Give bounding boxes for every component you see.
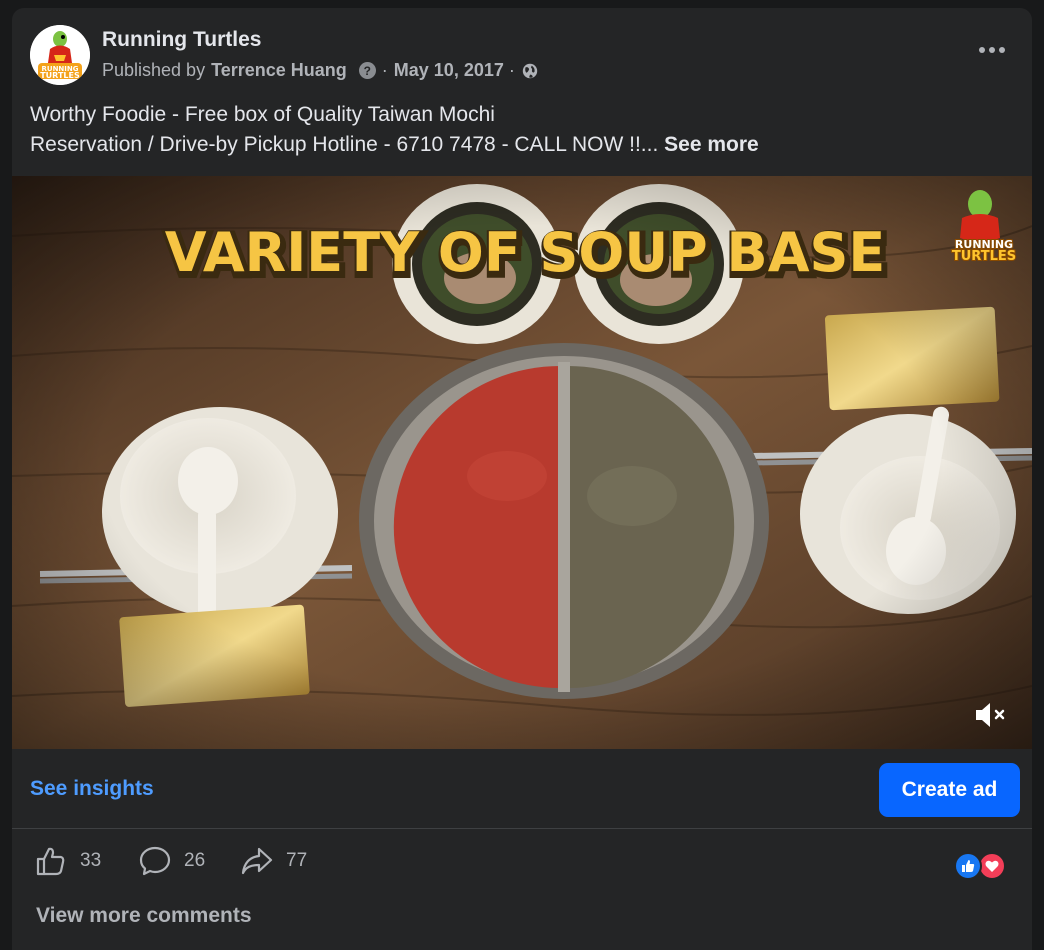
love-reaction-icon: [978, 852, 1006, 880]
question-icon[interactable]: ?: [358, 62, 376, 79]
share-button[interactable]: 77: [240, 844, 307, 878]
like-count: 33: [80, 850, 102, 871]
video-player[interactable]: VARIETY OF SOUP BASE VARIETY OF SOUP BAS…: [12, 176, 1032, 749]
video-title: VARIETY OF SOUP BASE: [165, 221, 886, 284]
comment-bubble-icon: [139, 846, 171, 876]
comment-count: 26: [184, 850, 206, 871]
post-action-row: See insights Create ad: [12, 749, 1032, 829]
published-by-label: Published by: [102, 60, 206, 80]
post-text-line2-wrap: Reservation / Drive-by Pickup Hotline - …: [30, 130, 759, 160]
post-header: RUNNING TURTLES Running Turtles Publishe…: [12, 8, 1032, 98]
share-arrow-icon: [241, 847, 273, 875]
running-turtles-logo: RUNNING TURTLES: [30, 25, 90, 85]
reaction-summary[interactable]: [954, 852, 1012, 880]
page-avatar[interactable]: RUNNING TURTLES: [30, 25, 90, 85]
share-count: 77: [286, 850, 308, 871]
see-insights-link[interactable]: See insights: [30, 777, 154, 801]
like-button[interactable]: 33: [34, 844, 101, 878]
logo-text-turtles: TURTLES: [40, 71, 80, 80]
meta-separator-2: ·: [508, 60, 515, 80]
view-more-comments-link[interactable]: View more comments: [36, 904, 252, 928]
like-reaction-icon: [954, 852, 982, 880]
thumbs-up-icon: [36, 847, 65, 876]
video-frame: VARIETY OF SOUP BASE VARIETY OF SOUP BAS…: [12, 176, 1032, 749]
create-ad-button[interactable]: Create ad: [879, 763, 1020, 817]
globe-icon: [522, 63, 538, 78]
page-name[interactable]: Running Turtles: [102, 28, 261, 52]
see-more-link[interactable]: See more: [664, 133, 759, 156]
comment-button[interactable]: 26: [138, 844, 205, 878]
post-meta: Published by Terrence Huang ? · May 10, …: [102, 60, 539, 81]
watermark-turtles: TURTLES: [952, 249, 1016, 264]
post-date[interactable]: May 10, 2017: [394, 60, 504, 81]
post-text-line1: Worthy Foodie - Free box of Quality Taiw…: [30, 103, 495, 126]
post-text: Worthy Foodie - Free box of Quality Taiw…: [30, 100, 759, 160]
author-name[interactable]: Terrence Huang: [211, 60, 347, 81]
meta-separator: ·: [381, 60, 388, 80]
engagement-row: 33 26 77: [12, 830, 1032, 890]
muted-speaker-icon[interactable]: [970, 699, 1010, 731]
post-text-line2: Reservation / Drive-by Pickup Hotline - …: [30, 133, 659, 156]
post-card: RUNNING TURTLES Running Turtles Publishe…: [12, 8, 1032, 950]
more-options-icon[interactable]: [974, 36, 1010, 64]
